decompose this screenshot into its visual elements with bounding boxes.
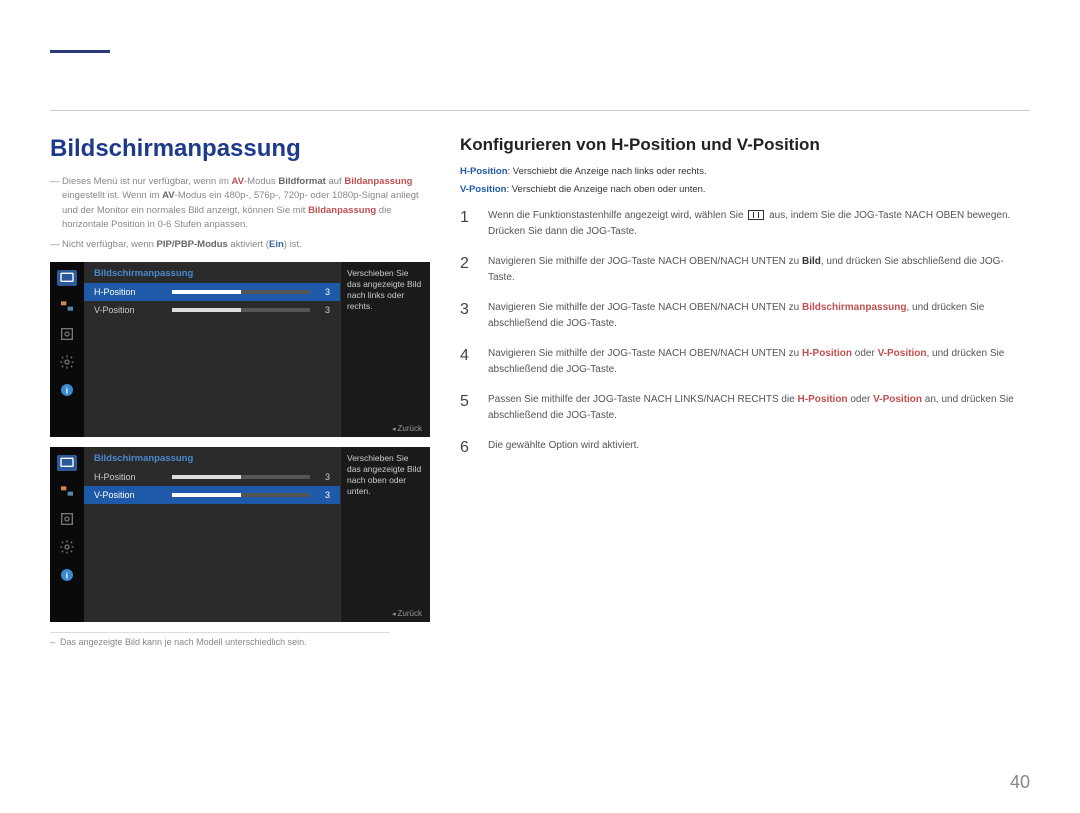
osd-main: Bildschirmanpassung H-Position 3 V-Posit… — [84, 447, 340, 622]
osd-row-h-position[interactable]: H-Position 3 — [84, 283, 340, 301]
header-accent — [50, 50, 110, 53]
step-number: 4 — [460, 346, 474, 365]
osd-screenshot: i Bildschirmanpassung H-Position 3 V-Pos… — [50, 262, 430, 437]
svg-text:i: i — [66, 571, 68, 581]
step-item: 1 Wenn die Funktionstastenhilfe angezeigt… — [460, 208, 1030, 240]
osd-nav-display-icon[interactable] — [57, 326, 77, 342]
osd-row-v-position[interactable]: V-Position 3 — [84, 301, 340, 319]
step-text: Passen Sie mithilfe der JOG-Taste NACH L… — [488, 392, 1030, 424]
osd-slider[interactable] — [172, 493, 310, 497]
osd-slider[interactable] — [172, 290, 310, 294]
osd-row-label: V-Position — [94, 305, 172, 315]
step-text: Wenn die Funktionstastenhilfe angezeigt … — [488, 208, 1030, 240]
step-number: 5 — [460, 392, 474, 411]
subsection-title: Konfigurieren von H-Position und V-Posit… — [460, 135, 1030, 155]
osd-nav-pip-icon[interactable] — [57, 483, 77, 499]
osd-help-text: Verschieben Sie das angezeigte Bild nach… — [340, 447, 430, 622]
osd-title: Bildschirmanpassung — [84, 262, 340, 283]
osd-nav-info-icon[interactable]: i — [57, 567, 77, 583]
page-content: Bildschirmanpassung Dieses Menü ist nur … — [50, 135, 1030, 773]
step-item: 5 Passen Sie mithilfe der JOG-Taste NACH … — [460, 392, 1030, 424]
osd-row-value: 3 — [318, 305, 330, 315]
osd-row-label: V-Position — [94, 490, 172, 500]
osd-row-value: 3 — [318, 287, 330, 297]
definition-text: V-Position: Verschiebt die Anzeige nach … — [460, 183, 1030, 197]
osd-row-value: 3 — [318, 472, 330, 482]
osd-row-label: H-Position — [94, 287, 172, 297]
definition-text: H-Position: Verschiebt die Anzeige nach … — [460, 165, 1030, 179]
header-divider — [50, 110, 1030, 111]
osd-nav-picture-icon[interactable] — [57, 270, 77, 286]
osd-main: Bildschirmanpassung H-Position 3 V-Posit… — [84, 262, 340, 437]
page-number: 40 — [1010, 772, 1030, 793]
step-text: Navigieren Sie mithilfe der JOG-Taste NA… — [488, 254, 1030, 286]
step-number: 1 — [460, 208, 474, 227]
step-item: 6 Die gewählte Option wird aktiviert. — [460, 438, 1030, 457]
footnote: Das angezeigte Bild kann je nach Modell … — [50, 632, 390, 647]
section-title: Bildschirmanpassung — [50, 135, 430, 163]
osd-nav-pip-icon[interactable] — [57, 298, 77, 314]
step-item: 3 Navigieren Sie mithilfe der JOG-Taste N… — [460, 300, 1030, 332]
note-text: Dieses Menü ist nur verfügbar, wenn im A… — [50, 175, 430, 232]
osd-back-hint: Zurück — [392, 609, 422, 618]
osd-nav-settings-icon[interactable] — [57, 539, 77, 555]
note-text: Nicht verfügbar, wenn PIP/PBP-Modus akti… — [50, 238, 430, 252]
step-number: 3 — [460, 300, 474, 319]
osd-row-h-position[interactable]: H-Position 3 — [84, 468, 340, 486]
osd-title: Bildschirmanpassung — [84, 447, 340, 468]
osd-row-label: H-Position — [94, 472, 172, 482]
step-text: Die gewählte Option wird aktiviert. — [488, 438, 1030, 454]
osd-slider[interactable] — [172, 475, 310, 479]
steps-list: 1 Wenn die Funktionstastenhilfe angezeigt… — [460, 208, 1030, 457]
osd-help-text: Verschieben Sie das angezeigte Bild nach… — [340, 262, 430, 437]
osd-nav-settings-icon[interactable] — [57, 354, 77, 370]
osd-nav-info-icon[interactable]: i — [57, 382, 77, 398]
osd-row-value: 3 — [318, 490, 330, 500]
osd-nav-display-icon[interactable] — [57, 511, 77, 527]
step-item: 4 Navigieren Sie mithilfe der JOG-Taste N… — [460, 346, 1030, 378]
step-number: 2 — [460, 254, 474, 273]
osd-sidebar: i — [50, 447, 84, 622]
right-column: Konfigurieren von H-Position und V-Posit… — [460, 135, 1030, 773]
osd-sidebar: i — [50, 262, 84, 437]
osd-row-v-position[interactable]: V-Position 3 — [84, 486, 340, 504]
left-column: Bildschirmanpassung Dieses Menü ist nur … — [50, 135, 430, 773]
step-text: Navigieren Sie mithilfe der JOG-Taste NA… — [488, 300, 1030, 332]
step-text: Navigieren Sie mithilfe der JOG-Taste NA… — [488, 346, 1030, 378]
step-number: 6 — [460, 438, 474, 457]
osd-nav-picture-icon[interactable] — [57, 455, 77, 471]
svg-text:i: i — [66, 386, 68, 396]
osd-back-hint: Zurück — [392, 424, 422, 433]
step-item: 2 Navigieren Sie mithilfe der JOG-Taste N… — [460, 254, 1030, 286]
osd-slider[interactable] — [172, 308, 310, 312]
osd-screenshot: i Bildschirmanpassung H-Position 3 V-Pos… — [50, 447, 430, 622]
